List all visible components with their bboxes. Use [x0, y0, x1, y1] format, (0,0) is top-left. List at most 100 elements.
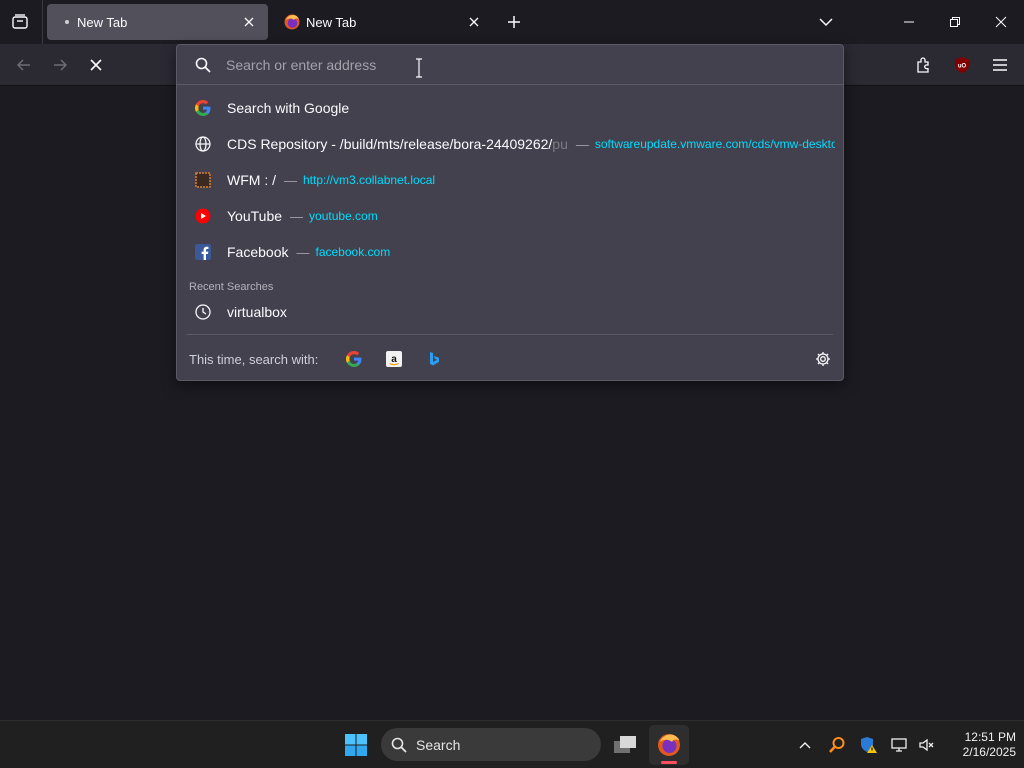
wfm-icon [195, 172, 211, 188]
show-hidden-icons-button[interactable] [795, 735, 815, 755]
youtube-icon [195, 208, 211, 224]
suggestion-url: softwareupdate.vmware.com/cds/vmw-deskto [594, 137, 835, 151]
divider [187, 334, 833, 335]
hamburger-menu-icon [993, 59, 1007, 71]
search-engine-bing-button[interactable] [423, 348, 445, 370]
google-icon [195, 100, 211, 116]
list-all-tabs-button[interactable] [812, 8, 840, 36]
suggestion-separator: — [284, 172, 297, 188]
suggestion-search-with-google[interactable]: Search with Google [185, 91, 835, 125]
suggestion-title: YouTube [227, 208, 283, 224]
history-icon [195, 304, 211, 320]
chevron-up-icon [799, 742, 811, 749]
close-icon [995, 16, 1007, 28]
clock-time: 12:51 PM [964, 730, 1016, 744]
minimize-button[interactable] [886, 0, 932, 44]
tab-list-icon [12, 14, 28, 29]
extensions-button[interactable] [909, 50, 939, 80]
svg-text:uO: uO [958, 64, 967, 70]
tab-indicator-dot [65, 20, 69, 24]
restore-button[interactable] [932, 0, 978, 44]
tray-search-app-button[interactable] [827, 735, 847, 755]
gear-icon [816, 352, 830, 366]
close-icon [469, 17, 479, 27]
active-app-indicator [661, 761, 677, 764]
suggestion-separator: — [296, 244, 310, 260]
minimize-icon [904, 21, 914, 23]
search-icon [195, 57, 211, 73]
stop-loading-button[interactable] [81, 50, 111, 80]
recent-search-virtualbox[interactable]: virtualbox [185, 295, 835, 329]
volume-muted-icon [919, 738, 934, 752]
task-view-icon [614, 736, 636, 753]
stop-icon [90, 59, 102, 71]
tab-title: New Tab [77, 14, 128, 30]
back-button[interactable] [9, 50, 39, 80]
magnifier-tool-icon [829, 737, 845, 753]
suggestion-url: facebook.com [315, 245, 391, 259]
close-icon [244, 17, 254, 27]
taskbar-search-label: Search [416, 736, 461, 753]
forward-button[interactable] [45, 50, 75, 80]
suggestion-cds-repository[interactable]: CDS Repository - /build/mts/release/bora… [185, 127, 835, 161]
start-button[interactable] [340, 729, 372, 761]
one-off-search-label: This time, search with: [189, 352, 319, 367]
bing-icon [430, 352, 439, 366]
tab-divider [42, 0, 43, 44]
suggestion-facebook[interactable]: Facebook — facebook.com [185, 235, 835, 269]
system-clock[interactable]: 12:51 PM 2/16/2025 [944, 730, 1016, 760]
search-icon [391, 737, 407, 753]
arrow-right-icon [54, 59, 68, 71]
search-engine-amazon-button[interactable]: a [383, 348, 405, 370]
facebook-icon [195, 244, 211, 260]
address-bar[interactable] [177, 45, 843, 85]
google-icon [346, 351, 362, 367]
globe-icon [195, 136, 211, 152]
search-engine-google-button[interactable] [343, 348, 365, 370]
firefox-icon [658, 734, 680, 756]
tab-list-button[interactable] [4, 6, 36, 38]
network-button[interactable] [890, 735, 910, 755]
address-input[interactable] [226, 55, 806, 75]
tab-close-button[interactable] [465, 13, 483, 31]
chevron-down-icon [819, 18, 833, 27]
suggestion-title-overflow: pu [552, 136, 568, 152]
new-tab-button[interactable] [500, 8, 528, 36]
tab-close-button[interactable] [240, 13, 258, 31]
task-view-button[interactable] [605, 725, 645, 765]
volume-button[interactable] [917, 735, 937, 755]
suggestion-youtube[interactable]: YouTube — youtube.com [185, 199, 835, 233]
security-shield-warning-icon [861, 737, 877, 753]
address-bar-dropdown: Search with Google CDS Repository - /bui… [176, 44, 844, 381]
recent-searches-heading: Recent Searches [189, 281, 274, 293]
taskbar-search-box[interactable]: Search [381, 728, 601, 761]
windows-security-button[interactable] [859, 735, 879, 755]
suggestion-wfm[interactable]: WFM : / — http://vm3.collabnet.local [185, 163, 835, 197]
recent-search-title: virtualbox [227, 304, 287, 320]
plus-icon [508, 16, 520, 28]
search-settings-button[interactable] [813, 349, 833, 369]
puzzle-piece-icon [917, 57, 929, 73]
app-menu-button[interactable] [985, 50, 1015, 80]
ublock-shield-icon: uO [955, 57, 969, 73]
taskbar-firefox-button[interactable] [649, 725, 689, 765]
tab-new-tab-loading[interactable]: New Tab [272, 4, 493, 40]
network-monitor-icon [891, 738, 907, 752]
one-off-search-bar: This time, search with: a [177, 337, 843, 381]
restore-icon [950, 17, 960, 27]
suggestion-title: Search with Google [227, 100, 350, 116]
clock-date: 2/16/2025 [962, 745, 1016, 759]
suggestion-url: youtube.com [309, 209, 378, 223]
tab-new-tab-active[interactable]: New Tab [47, 4, 268, 40]
suggestion-separator: — [290, 208, 304, 224]
windows-logo-icon [345, 734, 367, 756]
tab-title: New Tab [306, 14, 357, 30]
firefox-icon [284, 14, 300, 30]
ublock-origin-button[interactable]: uO [947, 50, 977, 80]
suggestion-separator: — [575, 136, 589, 152]
text-cursor-icon [416, 58, 422, 78]
tab-strip: New Tab New Tab [0, 0, 1024, 44]
suggestion-title: CDS Repository - /build/mts/release/bora… [227, 136, 553, 152]
svg-text:a: a [391, 354, 397, 365]
close-window-button[interactable] [978, 0, 1024, 44]
